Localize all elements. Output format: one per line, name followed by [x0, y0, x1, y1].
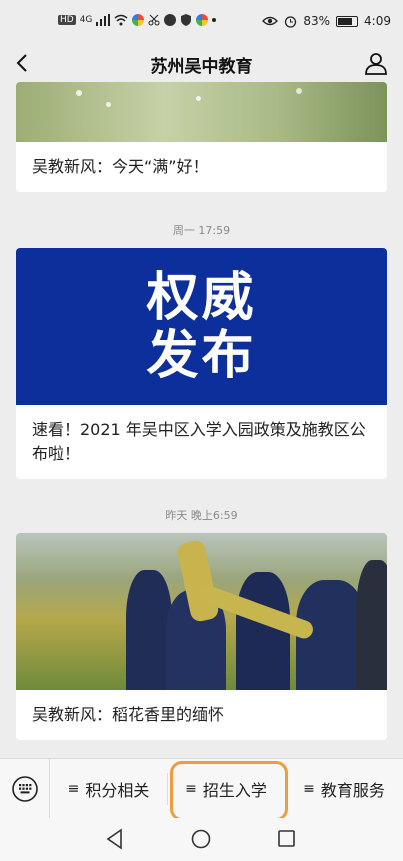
article-title: 吴教新风：今天“满”好！ — [32, 157, 209, 176]
article-card[interactable]: 吴教新风：稻花香里的缅怀 — [16, 533, 387, 740]
page-title: 苏州吴中教育 — [150, 57, 253, 77]
app-notification-icon — [164, 14, 177, 26]
scissors-icon — [148, 14, 160, 26]
app-notification-icon — [196, 14, 209, 26]
banner-text-line: 权威 — [146, 267, 257, 328]
status-bar: HD 4G 83% 4:09 — [0, 0, 403, 44]
article-title: 吴教新风：稻花香里的缅怀 — [32, 705, 225, 724]
alarm-icon — [285, 15, 297, 28]
highlight-annotation — [170, 761, 288, 821]
more-dot-icon — [212, 18, 217, 22]
profile-icon[interactable] — [363, 50, 389, 76]
timestamp: 周一 17:59 — [172, 224, 231, 237]
status-left: HD 4G — [58, 14, 217, 26]
clock: 4:09 — [364, 14, 391, 28]
menu-item-education-services[interactable]: ≡ 教育服务 — [285, 759, 403, 819]
article-cover-image: 权威 发布 — [16, 248, 387, 405]
menu-lines-icon: ≡ — [67, 781, 80, 797]
app-notification-icon — [132, 14, 145, 26]
signal-icon — [96, 14, 111, 26]
network-indicator: 4G — [79, 15, 93, 25]
article-cover-image — [16, 533, 387, 690]
banner-text-line: 发布 — [146, 325, 257, 386]
menu-item-label: 积分相关 — [85, 781, 150, 800]
status-right: 83% 4:09 — [262, 14, 391, 28]
article-card[interactable]: 权威 发布 速看！2021 年吴中区入学入园政策及施教区公布啦！ — [16, 248, 387, 479]
timestamp: 昨天 晚上6:59 — [165, 509, 238, 522]
keyboard-icon — [11, 776, 38, 802]
article-card[interactable]: 吴教新风：今天“满”好！ — [16, 82, 387, 192]
home-circle-icon[interactable] — [190, 828, 212, 850]
system-navigation-bar — [0, 818, 403, 861]
menu-lines-icon: ≡ — [303, 781, 315, 797]
battery-percent: 83% — [303, 14, 331, 28]
article-feed: 吴教新风：今天“满”好！ 周一 17:59 权威 发布 速看！2021 年吴中区… — [0, 82, 403, 758]
recent-apps-square-icon[interactable] — [277, 829, 297, 849]
keyboard-toggle-button[interactable] — [0, 759, 50, 819]
article-cover-image — [16, 82, 387, 142]
menu-item-label: 教育服务 — [320, 781, 385, 800]
wifi-icon — [114, 14, 128, 26]
eye-icon — [262, 16, 279, 26]
nav-bar: 苏州吴中教育 — [0, 44, 403, 82]
shield-icon — [181, 14, 192, 26]
hd-indicator: HD — [58, 15, 76, 25]
menu-item-points[interactable]: ≡ 积分相关 — [50, 759, 167, 819]
back-triangle-icon[interactable] — [105, 828, 125, 850]
bottom-menu: ≡ 积分相关 ≡ 招生入学 ≡ 教育服务 — [0, 758, 403, 821]
battery-icon — [336, 15, 359, 27]
article-title: 速看！2021 年吴中区入学入园政策及施教区公布啦！ — [32, 420, 366, 463]
